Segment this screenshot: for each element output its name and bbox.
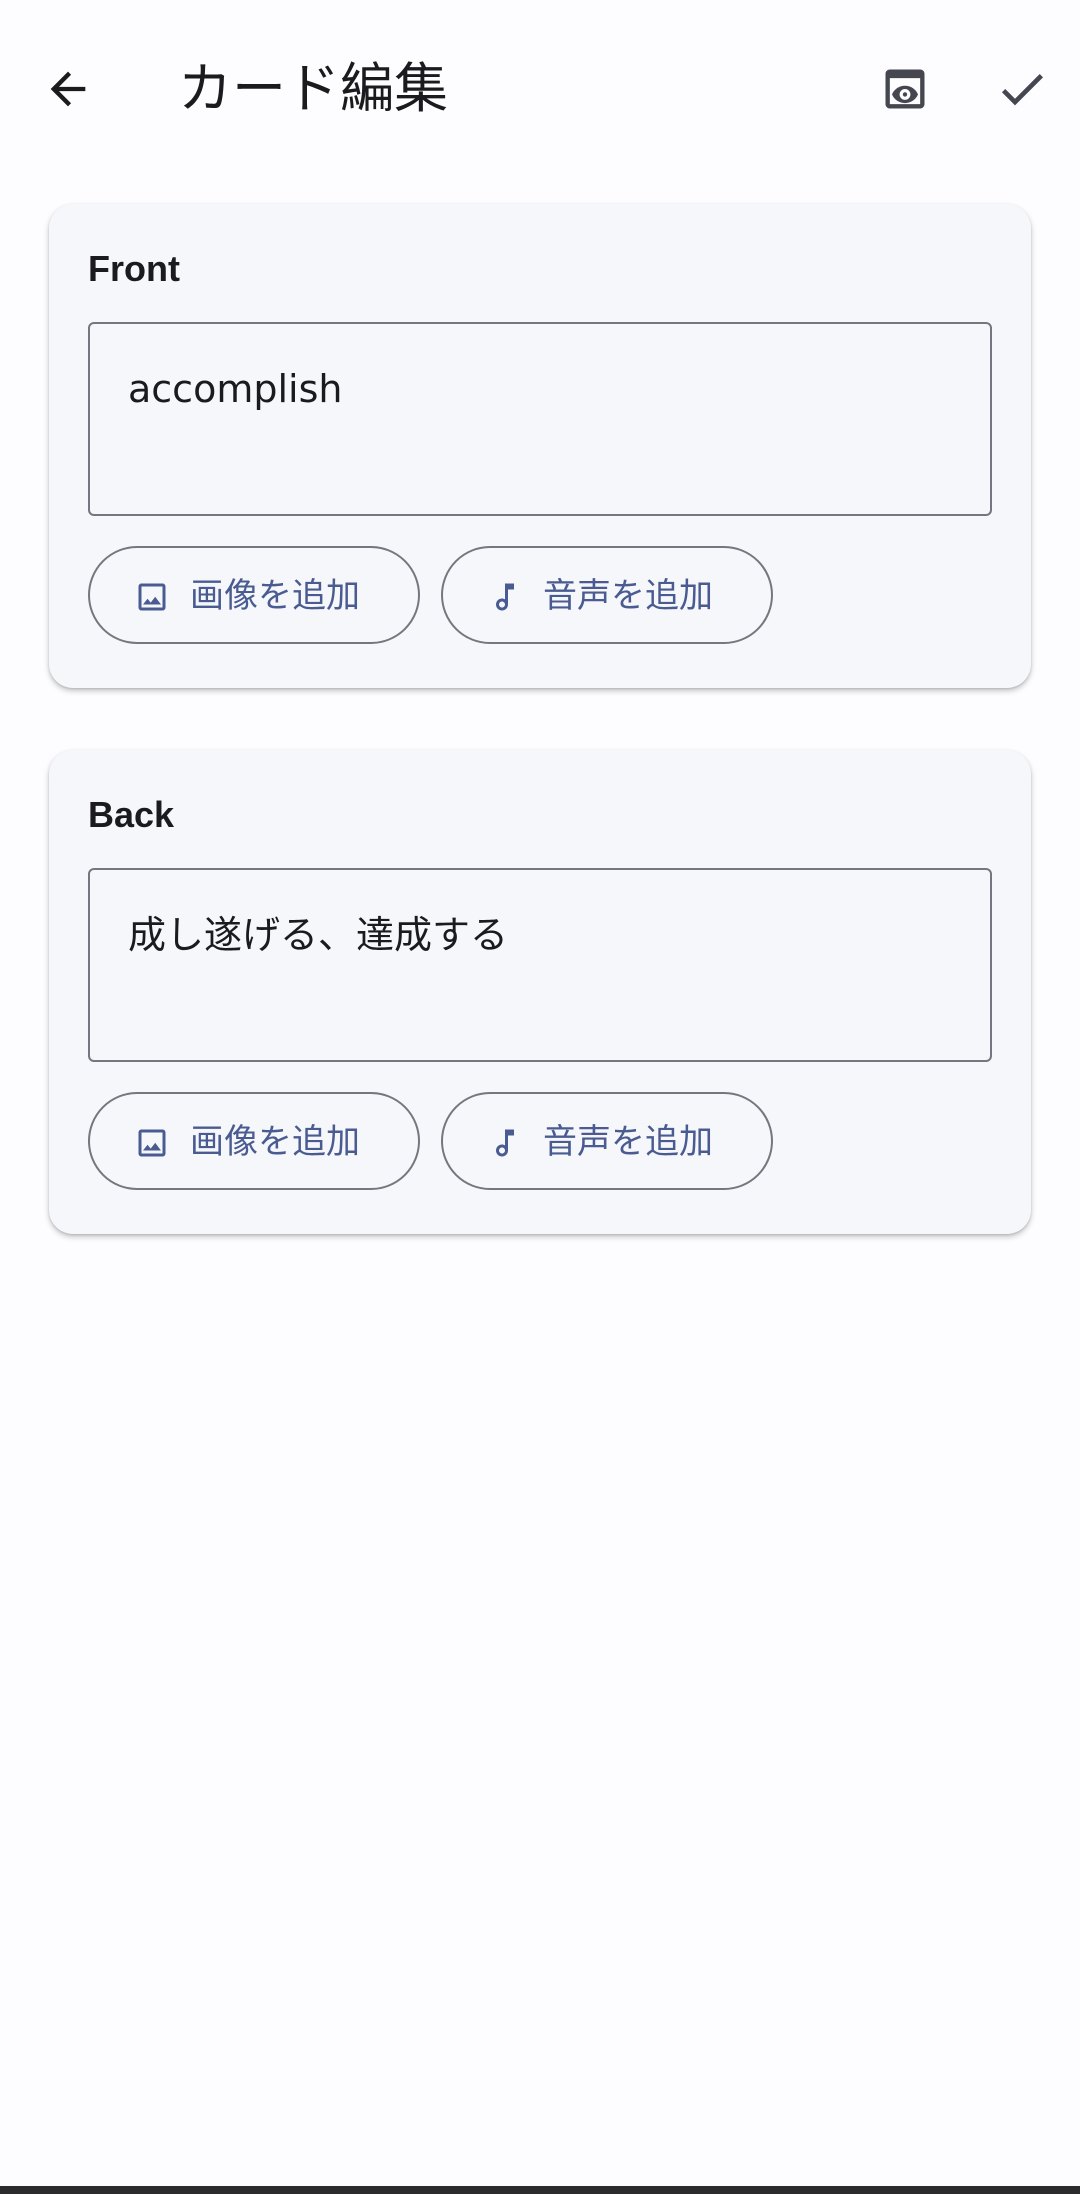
add-audio-label: 音声を追加 [543, 1122, 713, 1162]
top-app-bar: カード編集 [0, 0, 1080, 180]
save-button[interactable] [974, 41, 1070, 137]
front-label: Front [88, 248, 180, 289]
front-add-audio-button[interactable]: 音声を追加 [441, 546, 773, 644]
back-add-audio-button[interactable]: 音声を追加 [441, 1092, 773, 1190]
image-icon [138, 1129, 166, 1157]
music-note-icon [496, 1129, 514, 1157]
back-field-value: 成し遂げる、達成する [128, 913, 509, 957]
add-audio-label: 音声を追加 [543, 576, 713, 616]
back-text-field[interactable]: 成し遂げる、達成する [88, 868, 992, 1062]
add-image-label: 画像を追加 [190, 576, 360, 616]
preview-eye-icon [885, 69, 925, 109]
front-card: Front accomplish 画像を追加 音声を追加 [49, 204, 1031, 688]
page-title: カード編集 [178, 57, 448, 120]
back-button[interactable] [20, 41, 116, 137]
preview-button[interactable] [857, 41, 953, 137]
arrow-back-icon [50, 71, 86, 107]
back-label: Back [88, 794, 175, 835]
check-icon [1001, 74, 1043, 106]
front-field-value: accomplish [128, 367, 343, 411]
bottom-edge-bar [0, 2186, 1080, 2194]
add-image-label: 画像を追加 [190, 1122, 360, 1162]
back-add-image-button[interactable]: 画像を追加 [88, 1092, 420, 1190]
front-add-image-button[interactable]: 画像を追加 [88, 546, 420, 644]
front-text-field[interactable]: accomplish [88, 322, 992, 516]
music-note-icon [496, 583, 514, 611]
image-icon [138, 583, 166, 611]
back-card: Back 成し遂げる、達成する 画像を追加 音声を追加 [49, 750, 1031, 1234]
